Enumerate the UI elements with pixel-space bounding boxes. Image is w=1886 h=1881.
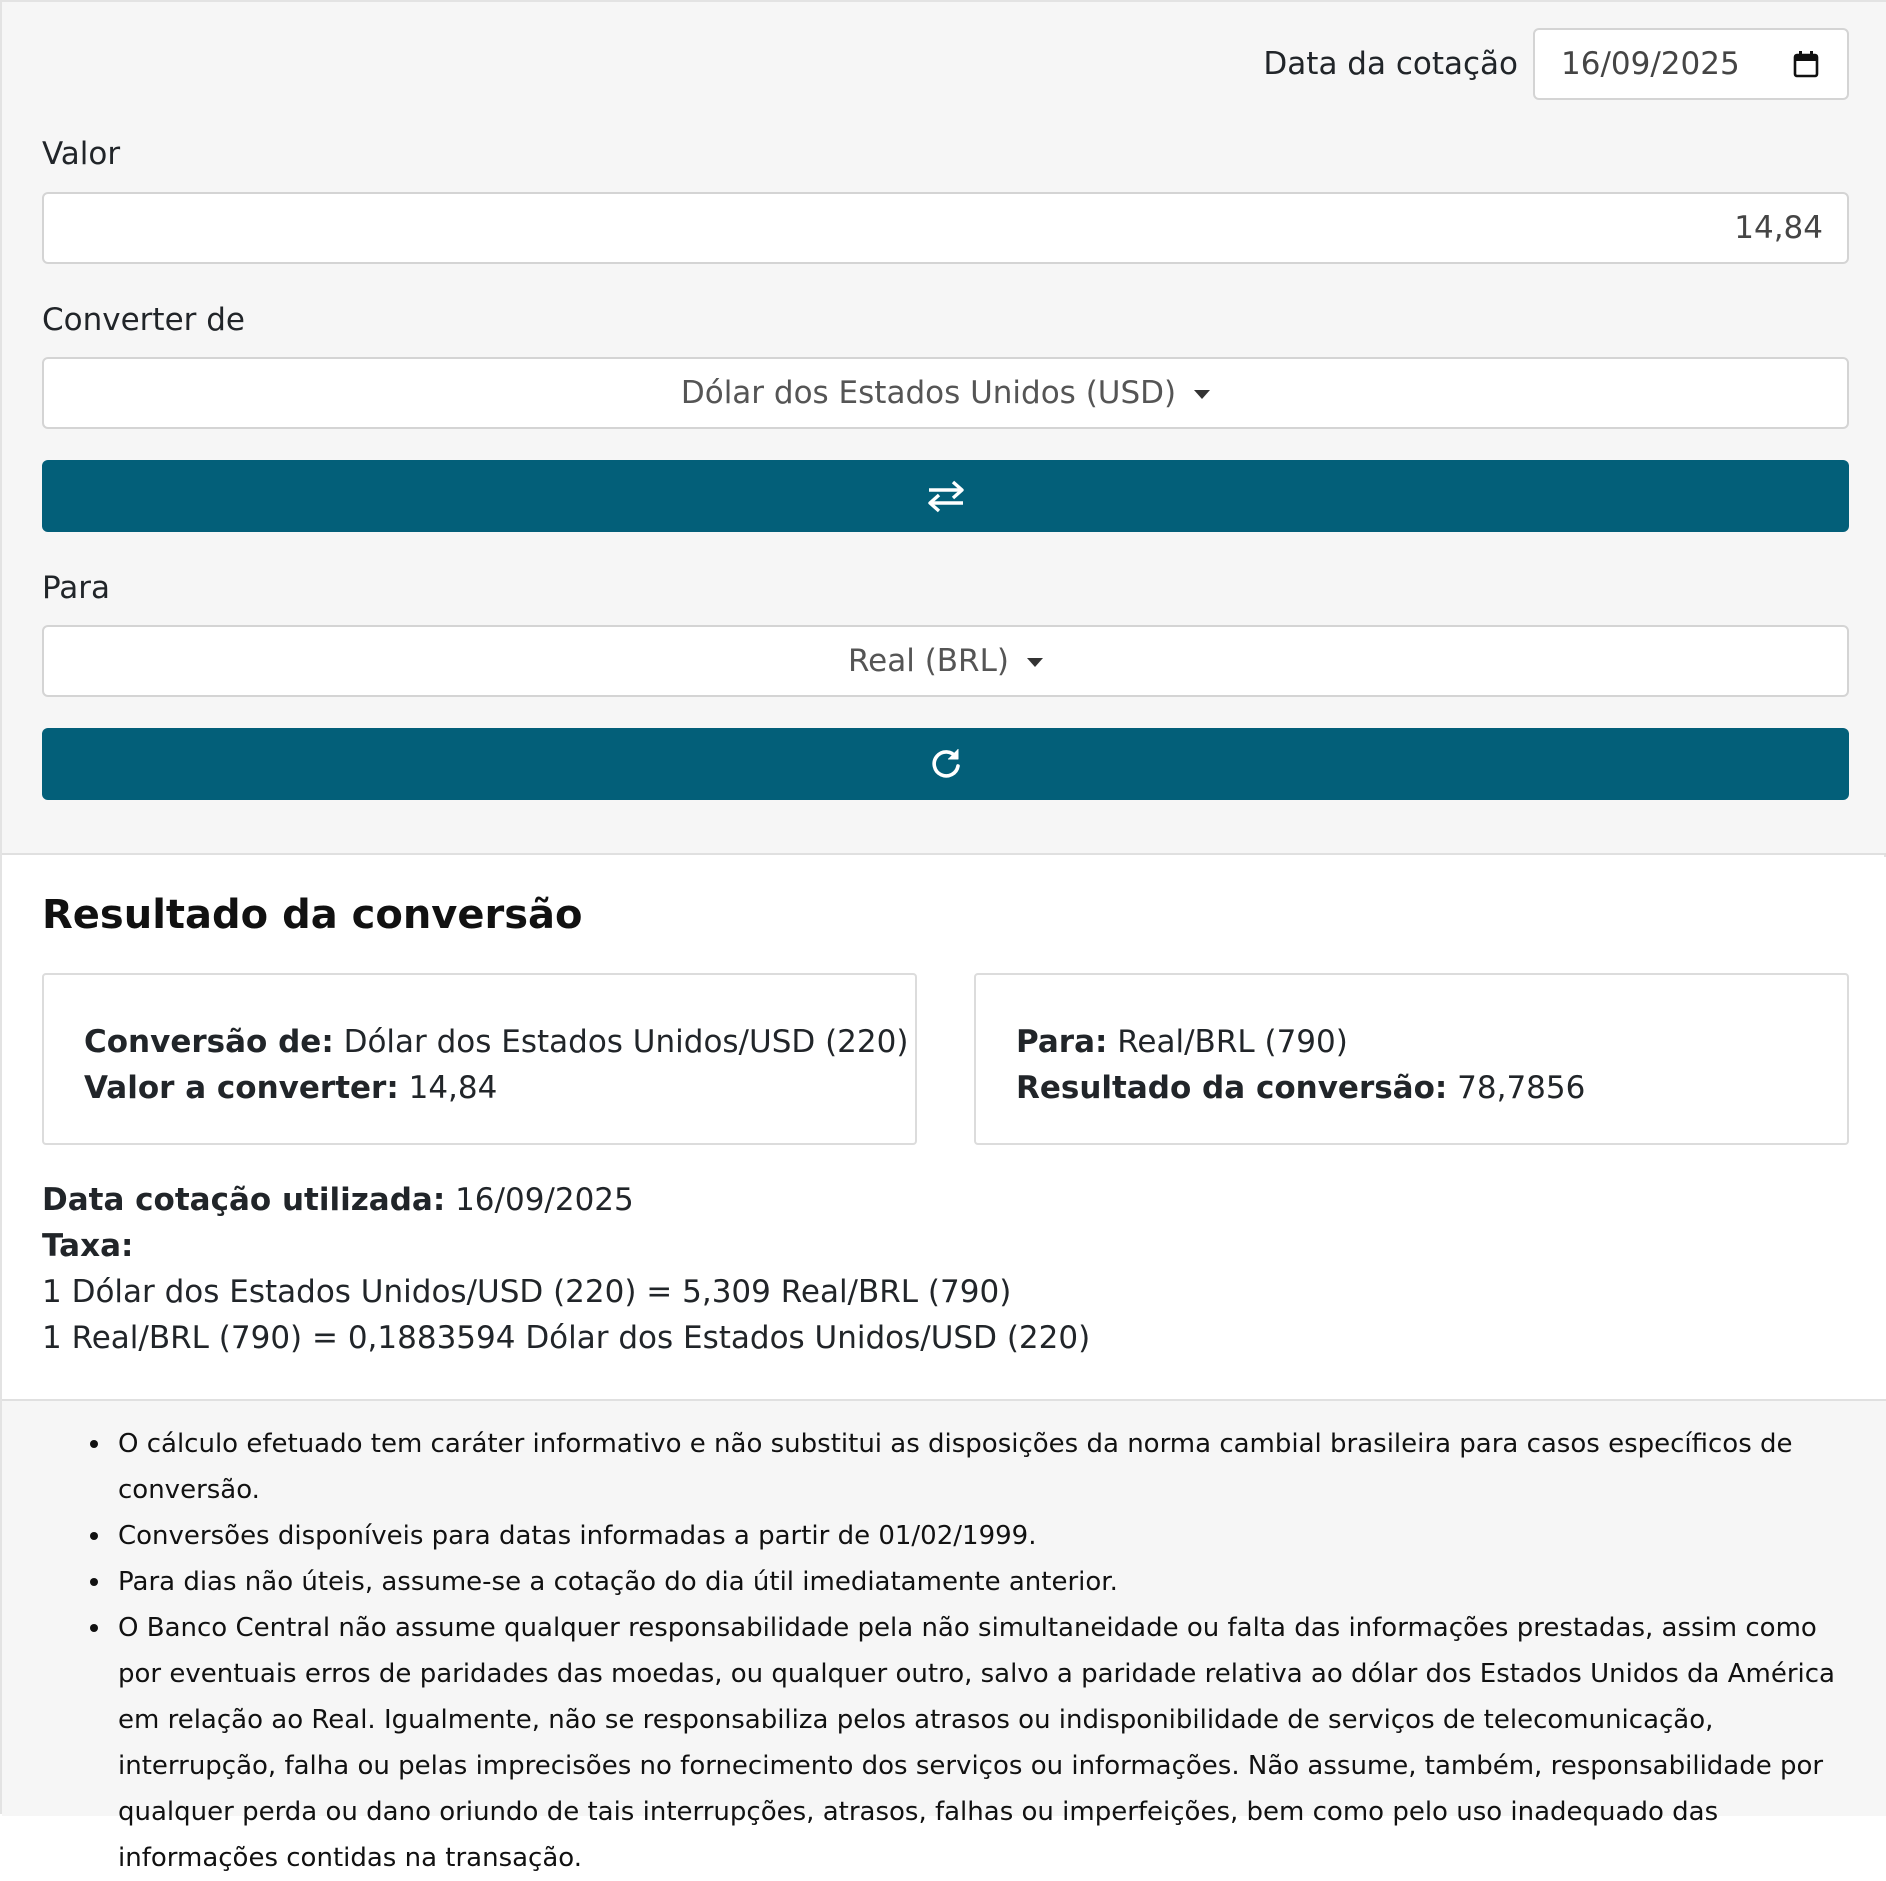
from-label: Converter de xyxy=(42,302,245,338)
valor-label: Valor xyxy=(42,136,121,172)
from-summary-card: Conversão de: Dólar dos Estados Unidos/U… xyxy=(42,973,917,1145)
rate-label: Taxa: xyxy=(42,1228,134,1264)
rate-line-1: 1 Dólar dos Estados Unidos/USD (220) = 5… xyxy=(42,1274,1012,1310)
to-summary-card: Para: Real/BRL (790) Resultado da conver… xyxy=(974,973,1849,1145)
quote-date-value: 16/09/2025 xyxy=(455,1182,634,1218)
from-summary-line: Conversão de: Dólar dos Estados Unidos/U… xyxy=(84,1019,915,1065)
to-summary-line: Para: Real/BRL (790) xyxy=(1016,1019,1847,1065)
result-summary-value: 78,7856 xyxy=(1457,1070,1586,1106)
result-summary-label: Resultado da conversão: xyxy=(1016,1070,1448,1106)
chevron-down-icon xyxy=(1026,657,1043,667)
amount-summary-line: Valor a converter: 14,84 xyxy=(84,1065,915,1111)
disclaimer-item: Conversões disponíveis para datas inform… xyxy=(90,1513,1848,1559)
swap-arrows-icon xyxy=(927,480,964,513)
rate-line-2: 1 Real/BRL (790) = 0,1883594 Dólar dos E… xyxy=(42,1320,1091,1356)
conversion-form: Data da cotação 16/09/2025 Valor 14,84 C… xyxy=(2,2,1886,855)
date-value: 16/09/2025 xyxy=(1561,46,1740,82)
disclaimer-list: O cálculo efetuado tem caráter informati… xyxy=(90,1421,1848,1881)
quote-date-line: Data cotação utilizada: 16/09/2025 xyxy=(42,1177,1090,1223)
result-title: Resultado da conversão xyxy=(42,892,583,938)
refresh-icon xyxy=(931,749,960,778)
chevron-down-icon xyxy=(1194,389,1211,399)
to-currency-select[interactable]: Real (BRL) xyxy=(42,625,1849,697)
result-summary-line: Resultado da conversão: 78,7856 xyxy=(1016,1065,1847,1111)
disclaimer-item: Para dias não úteis, assume-se a cotação… xyxy=(90,1559,1848,1605)
quote-date-label: Data cotação utilizada: xyxy=(42,1182,446,1218)
from-currency-value: Dólar dos Estados Unidos (USD) xyxy=(680,375,1177,411)
date-label: Data da cotação xyxy=(1263,46,1518,82)
page-frame: Data da cotação 16/09/2025 Valor 14,84 C… xyxy=(0,0,1886,1873)
date-input[interactable]: 16/09/2025 xyxy=(1533,28,1849,100)
disclaimer-item: O cálculo efetuado tem caráter informati… xyxy=(90,1421,1848,1513)
valor-input[interactable]: 14,84 xyxy=(42,192,1849,264)
disclaimer-section: O cálculo efetuado tem caráter informati… xyxy=(2,1399,1886,1873)
from-summary-value: Dólar dos Estados Unidos/USD (220) xyxy=(343,1024,909,1060)
disclaimer-item: O Banco Central não assume qualquer resp… xyxy=(90,1605,1848,1881)
from-currency-select[interactable]: Dólar dos Estados Unidos (USD) xyxy=(42,357,1849,429)
amount-summary-label: Valor a converter: xyxy=(84,1070,399,1106)
convert-button[interactable] xyxy=(42,728,1849,800)
amount-summary-value: 14,84 xyxy=(408,1070,498,1106)
from-summary-label: Conversão de: xyxy=(84,1024,334,1060)
result-section: Resultado da conversão Conversão de: Dól… xyxy=(2,857,1886,1399)
to-currency-value: Real (BRL) xyxy=(848,643,1009,679)
rate-info: Data cotação utilizada: 16/09/2025 Taxa:… xyxy=(42,1177,1090,1361)
swap-currencies-button[interactable] xyxy=(42,460,1849,532)
to-summary-value: Real/BRL (790) xyxy=(1117,1024,1348,1060)
to-label: Para xyxy=(42,570,111,606)
to-summary-label: Para: xyxy=(1016,1024,1108,1060)
calendar-icon[interactable] xyxy=(1793,50,1819,78)
